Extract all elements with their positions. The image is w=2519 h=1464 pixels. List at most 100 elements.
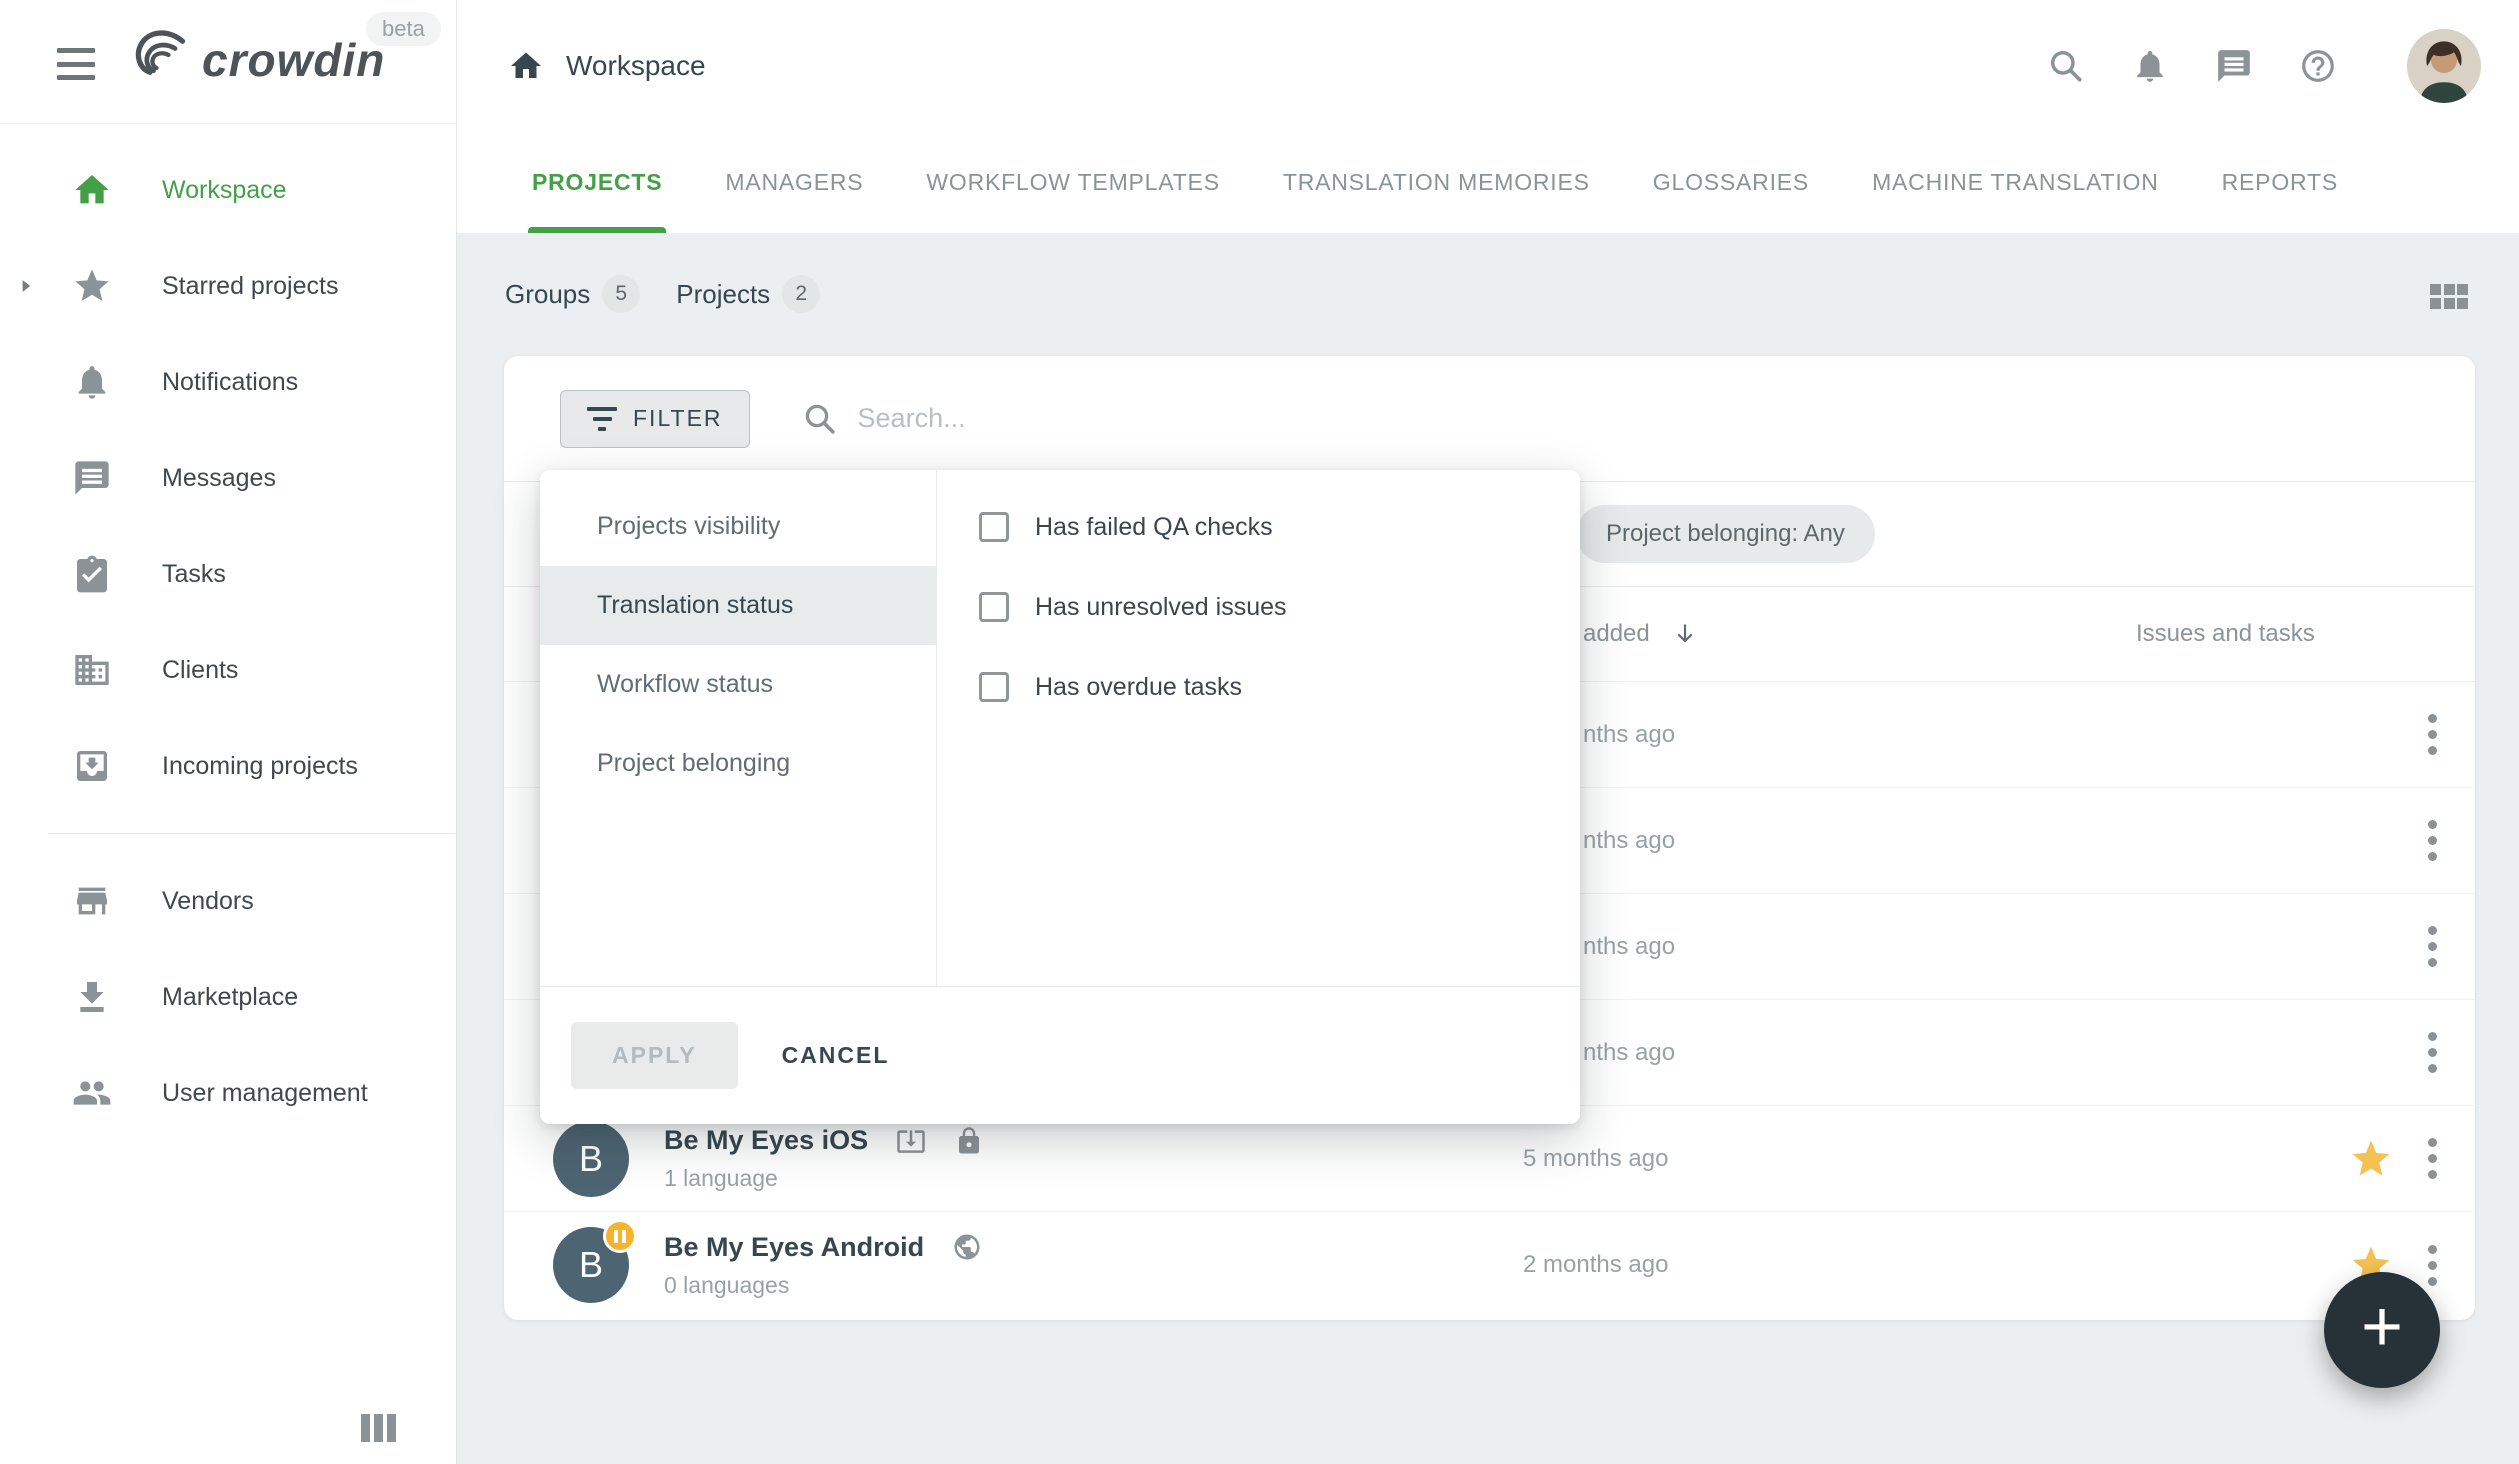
row-menu-kebab-icon[interactable]	[2410, 682, 2454, 787]
row-added-time: nths ago	[1583, 933, 1675, 961]
breadcrumb-home-icon[interactable]	[508, 48, 544, 84]
projects-count-badge: 2	[782, 275, 820, 313]
message-icon	[72, 458, 112, 498]
checkbox-unchecked[interactable]	[979, 672, 1009, 702]
create-project-fab[interactable]: +	[2324, 1272, 2440, 1388]
sidebar-item-tasks[interactable]: Tasks	[0, 526, 456, 622]
cancel-button[interactable]: CANCEL	[782, 1042, 890, 1069]
page-title: Workspace	[566, 50, 706, 82]
filter-button-label: FILTER	[633, 405, 723, 432]
filter-toolbar: FILTER	[504, 356, 2475, 481]
filter-menu-workflow-status[interactable]: Workflow status	[540, 645, 936, 724]
column-header-issues-and-tasks: Issues and tasks	[2136, 620, 2315, 648]
project-avatar: B	[553, 1121, 629, 1197]
sidebar-item-messages[interactable]: Messages	[0, 430, 456, 526]
row-menu-kebab-icon[interactable]	[2410, 894, 2454, 999]
sidebar-item-starred-projects[interactable]: Starred projects	[0, 238, 456, 334]
filter-menu-project-belonging[interactable]: Project belonging	[540, 724, 936, 803]
help-icon[interactable]	[2299, 47, 2337, 85]
project-languages: 0 languages	[664, 1272, 982, 1299]
option-label: Has overdue tasks	[1035, 673, 1242, 702]
tab-managers[interactable]: MANAGERS	[725, 131, 863, 233]
globe-icon	[952, 1232, 982, 1262]
sidebar-item-clients[interactable]: Clients	[0, 622, 456, 718]
groups-count-badge: 5	[602, 275, 640, 313]
filter-button[interactable]: FILTER	[560, 390, 750, 448]
project-search-input[interactable]	[858, 403, 1458, 434]
filter-menu-projects-visibility[interactable]: Projects visibility	[540, 487, 936, 566]
row-menu-kebab-icon[interactable]	[2410, 788, 2454, 893]
project-title: Be My Eyes Android	[664, 1232, 924, 1263]
tab-reports[interactable]: REPORTS	[2222, 131, 2338, 233]
option-has-failed-qa-checks[interactable]: Has failed QA checks	[937, 487, 1580, 567]
filter-menu-translation-status[interactable]: Translation status	[540, 566, 936, 645]
sidebar-item-label: Vendors	[162, 887, 254, 916]
row-added-time: nths ago	[1583, 721, 1675, 749]
app-header: Workspace	[457, 0, 2519, 131]
sidebar-item-label: Notifications	[162, 368, 298, 397]
top-header-block: Workspace PROJECTS MANAGERS WO	[457, 0, 2519, 233]
inbox-down-icon	[72, 746, 112, 786]
sidebar-item-notifications[interactable]: Notifications	[0, 334, 456, 430]
people-icon	[72, 1073, 112, 1113]
column-header-added[interactable]: added	[1583, 619, 1698, 649]
notifications-bell-icon[interactable]	[2131, 47, 2169, 85]
row-menu-kebab-icon[interactable]	[2410, 1000, 2454, 1105]
project-languages: 1 language	[664, 1165, 984, 1192]
sidebar-collapse-icon[interactable]	[361, 1414, 396, 1442]
sidebar-item-label: Workspace	[162, 176, 287, 205]
crowdin-logo[interactable]: crowdin	[128, 30, 385, 90]
lock-icon	[954, 1126, 984, 1156]
project-searchbox	[802, 401, 1458, 437]
sidebar-item-user-management[interactable]: User management	[0, 1045, 456, 1141]
sidebar-item-marketplace[interactable]: Marketplace	[0, 949, 456, 1045]
tab-translation-memories[interactable]: TRANSLATION MEMORIES	[1283, 131, 1590, 233]
workspace-tabs: PROJECTS MANAGERS WORKFLOW TEMPLATES TRA…	[457, 131, 2519, 233]
sidebar-item-label: Tasks	[162, 560, 226, 589]
user-avatar[interactable]	[2407, 29, 2481, 103]
tab-machine-translation[interactable]: MACHINE TRANSLATION	[1872, 131, 2159, 233]
groups-toggle[interactable]: Groups	[505, 279, 590, 310]
crowdin-workspace-page: crowdin beta Workspace Starred projects …	[0, 0, 2519, 1464]
building-icon	[72, 650, 112, 690]
checkbox-unchecked[interactable]	[979, 592, 1009, 622]
project-title: Be My Eyes iOS	[664, 1125, 868, 1156]
sidebar-nav: Workspace Starred projects Notifications…	[0, 142, 456, 1141]
collection-bar: Groups 5 Projects 2	[505, 262, 820, 326]
tab-workflow-templates[interactable]: WORKFLOW TEMPLATES	[926, 131, 1219, 233]
sidebar: crowdin beta Workspace Starred projects …	[0, 0, 457, 1464]
logo-wordmark: crowdin	[202, 33, 385, 87]
sidebar-item-workspace[interactable]: Workspace	[0, 142, 456, 238]
starred-icon[interactable]	[2349, 1137, 2393, 1181]
search-icon[interactable]	[2047, 47, 2085, 85]
messages-icon[interactable]	[2215, 47, 2253, 85]
filter-dropdown-menu: Projects visibility Translation status W…	[540, 470, 937, 986]
sidebar-item-label: Incoming projects	[162, 752, 358, 781]
sort-desc-icon	[1672, 619, 1698, 649]
sidebar-item-label: Starred projects	[162, 272, 338, 301]
option-has-overdue-tasks[interactable]: Has overdue tasks	[937, 647, 1580, 727]
project-belonging-chip[interactable]: Project belonging: Any	[1576, 505, 1875, 563]
sidebar-item-label: Marketplace	[162, 983, 298, 1012]
sidebar-item-incoming-projects[interactable]: Incoming projects	[0, 718, 456, 814]
expand-arrow-icon[interactable]	[16, 276, 36, 296]
row-menu-kebab-icon[interactable]	[2410, 1106, 2454, 1211]
filter-dropdown: Projects visibility Translation status W…	[540, 470, 1580, 1124]
option-has-unresolved-issues[interactable]: Has unresolved issues	[937, 567, 1580, 647]
sidebar-item-vendors[interactable]: Vendors	[0, 853, 456, 949]
apply-button[interactable]: APPLY	[571, 1022, 738, 1089]
home-icon	[72, 170, 112, 210]
avatar-photo	[2407, 29, 2481, 103]
sidebar-item-label: Messages	[162, 464, 276, 493]
tab-glossaries[interactable]: GLOSSARIES	[1653, 131, 1809, 233]
checkbox-unchecked[interactable]	[979, 512, 1009, 542]
download-icon	[72, 977, 112, 1017]
sidebar-divider	[48, 833, 456, 834]
projects-toggle[interactable]: Projects	[676, 279, 770, 310]
hamburger-menu-icon[interactable]	[57, 48, 95, 80]
filter-list-icon	[587, 407, 617, 431]
tab-projects[interactable]: PROJECTS	[532, 131, 662, 233]
grid-view-icon[interactable]	[2430, 284, 2468, 309]
row-added-time: nths ago	[1583, 827, 1675, 855]
table-row-be-my-eyes-android[interactable]: B Be My Eyes Android 0 languages 2 month…	[504, 1212, 2475, 1318]
